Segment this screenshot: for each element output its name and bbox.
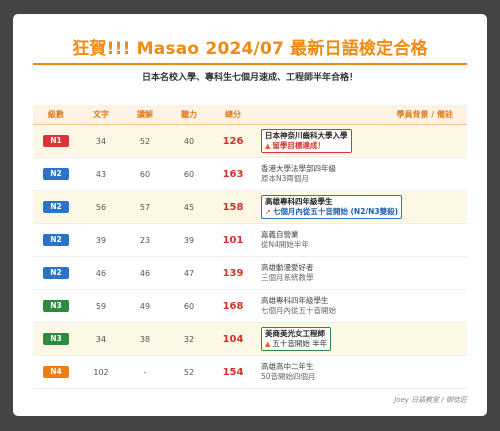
level-badge: N2 xyxy=(43,168,69,180)
background-line1: 美商美光女工程師 xyxy=(265,329,325,338)
reading-score: 49 xyxy=(123,289,167,323)
listening-score: 60 xyxy=(167,157,211,191)
listening-score: 45 xyxy=(167,190,211,224)
listening-score: 32 xyxy=(167,322,211,356)
total-score: 158 xyxy=(211,190,255,224)
table-row: N4 102 - 52 154 高雄高中二年生 50音開始四個月 xyxy=(33,355,467,389)
header-total: 總分 xyxy=(211,105,255,125)
total-score: 104 xyxy=(211,322,255,356)
listening-score: 39 xyxy=(167,223,211,257)
listening-score: 47 xyxy=(167,256,211,290)
page-title: 狂賀!!! Masao 2024/07 最新日語檢定合格 xyxy=(72,39,428,59)
level-badge: N2 xyxy=(43,234,69,246)
total-score: 139 xyxy=(211,256,255,290)
level-badge: N2 xyxy=(43,267,69,279)
rocket-icon: ➚ xyxy=(265,208,271,216)
reading-score: 46 xyxy=(123,256,167,290)
reading-score: 57 xyxy=(123,190,167,224)
level-badge: N3 xyxy=(43,333,69,345)
highlight-box: 高雄專科四年級學生 ➚ 七個月內從五十音開始 (N2/N3雙殺) xyxy=(261,195,403,219)
total-score: 154 xyxy=(211,355,255,389)
background-line2: 留學目標達成！ xyxy=(272,141,325,150)
background-line1: 嘉義自營業 xyxy=(261,230,299,239)
table-row: N2 43 60 60 163 香港大學法學部四年級 原本N3兩個月 xyxy=(33,157,467,191)
background-line1: 高雄動漫愛好者 xyxy=(261,263,314,272)
reading-score: 38 xyxy=(123,322,167,356)
level-badge: N1 xyxy=(43,135,69,147)
highlight-box: 美商美光女工程師 ▲ 五十音開始 半年 xyxy=(261,327,332,351)
table-row: N2 46 46 47 139 高雄動漫愛好者 三個月系統教學 xyxy=(33,256,467,290)
vocab-score: 59 xyxy=(79,289,123,323)
footer-credit: Joey 日語教室 / 御徒匠 xyxy=(394,396,467,404)
level-badge: N4 xyxy=(43,366,69,378)
background-line2: 五十音開始 半年 xyxy=(272,339,328,348)
vocab-score: 34 xyxy=(79,124,123,158)
background-line1: 高雄專科四年級學生 xyxy=(265,197,333,206)
header-level: 級數 xyxy=(33,105,79,125)
total-score: 163 xyxy=(211,157,255,191)
background-line1: 日本神奈川齒科大學入學 xyxy=(265,131,348,140)
vocab-score: 39 xyxy=(79,223,123,257)
vocab-score: 56 xyxy=(79,190,123,224)
reading-score: 52 xyxy=(123,124,167,158)
listening-score: 52 xyxy=(167,355,211,389)
vocab-score: 34 xyxy=(79,322,123,356)
reading-score: 23 xyxy=(123,223,167,257)
vocab-score: 102 xyxy=(79,355,123,389)
table-row: N2 56 57 45 158 高雄專科四年級學生 ➚ 七個月內從五十音開始 (N… xyxy=(33,190,467,224)
background-line2: 七個月內從五十音開始 (N2/N3雙殺) xyxy=(272,207,399,216)
header-vocab: 文字 xyxy=(79,105,123,125)
background-line1: 香港大學法學部四年級 xyxy=(261,164,336,173)
header-reading: 讀解 xyxy=(123,105,167,125)
background-line1: 高雄高中二年生 xyxy=(261,362,314,371)
header-listening: 聽力 xyxy=(167,105,211,125)
background-line2: 50音開始四個月 xyxy=(261,372,316,381)
table-row: N3 34 38 32 104 美商美光女工程師 ▲ 五十音開始 半年 xyxy=(33,322,467,356)
reading-score: 60 xyxy=(123,157,167,191)
background-line2: 原本N3兩個月 xyxy=(261,174,309,183)
background-line2: 七個月內從五十音開始 xyxy=(261,306,336,315)
page-subtitle: 日本名校入學、專科生七個月速成、工程師半年合格！ xyxy=(141,73,358,83)
background-line2: 三個月系統教學 xyxy=(261,273,314,282)
results-table: 級數 文字 讀解 聽力 總分 學員背景 / 備註 N1 34 52 40 126… xyxy=(33,105,467,389)
listening-score: 40 xyxy=(167,124,211,158)
table-row: N2 39 23 39 101 嘉義自營業 從N4開始半年 xyxy=(33,223,467,257)
background-line2: 從N4開始半年 xyxy=(261,240,309,249)
background-line1: 高雄專科四年級學生 xyxy=(261,296,329,305)
listening-score: 60 xyxy=(167,289,211,323)
results-card: 狂賀!!! Masao 2024/07 最新日語檢定合格 日本名校入學、專科生七… xyxy=(13,14,487,416)
table-header-row: 級數 文字 讀解 聽力 總分 學員背景 / 備註 xyxy=(33,105,467,125)
fire-icon: ▲ xyxy=(265,142,271,150)
table-row: N1 34 52 40 126 日本神奈川齒科大學入學 ▲ 留學目標達成！ xyxy=(33,124,467,158)
title-divider xyxy=(33,63,467,65)
level-badge: N3 xyxy=(43,300,69,312)
table-row: N3 59 49 60 168 高雄專科四年級學生 七個月內從五十音開始 xyxy=(33,289,467,323)
total-score: 101 xyxy=(211,223,255,257)
fire-icon: ▲ xyxy=(265,340,271,348)
header-background: 學員背景 / 備註 xyxy=(255,105,467,125)
highlight-box: 日本神奈川齒科大學入學 ▲ 留學目標達成！ xyxy=(261,129,352,153)
total-score: 126 xyxy=(211,124,255,158)
total-score: 168 xyxy=(211,289,255,323)
vocab-score: 43 xyxy=(79,157,123,191)
reading-score: - xyxy=(123,355,167,389)
level-badge: N2 xyxy=(43,201,69,213)
vocab-score: 46 xyxy=(79,256,123,290)
